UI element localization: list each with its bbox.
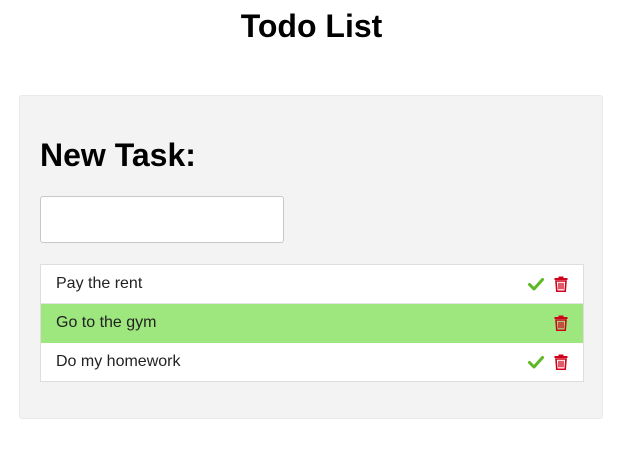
check-icon[interactable]	[528, 354, 544, 370]
task-row[interactable]: Pay the rent	[41, 265, 583, 304]
new-task-input[interactable]	[40, 196, 284, 243]
task-label: Go to the gym	[56, 314, 157, 331]
check-icon[interactable]	[528, 276, 544, 292]
task-label: Do my homework	[56, 353, 181, 370]
trash-icon[interactable]	[554, 276, 568, 292]
task-list: Pay the rent Go to the gym Do my homewor…	[40, 264, 584, 382]
new-task-card: New Task: Pay the rent Go to the gym Do …	[19, 95, 603, 419]
task-row[interactable]: Go to the gym	[41, 304, 583, 343]
new-task-heading: New Task:	[40, 137, 196, 173]
task-label: Pay the rent	[56, 275, 143, 292]
page-title: Todo List	[240, 8, 383, 44]
task-row[interactable]: Do my homework	[41, 343, 583, 381]
trash-icon[interactable]	[554, 354, 568, 370]
trash-icon[interactable]	[554, 315, 568, 331]
